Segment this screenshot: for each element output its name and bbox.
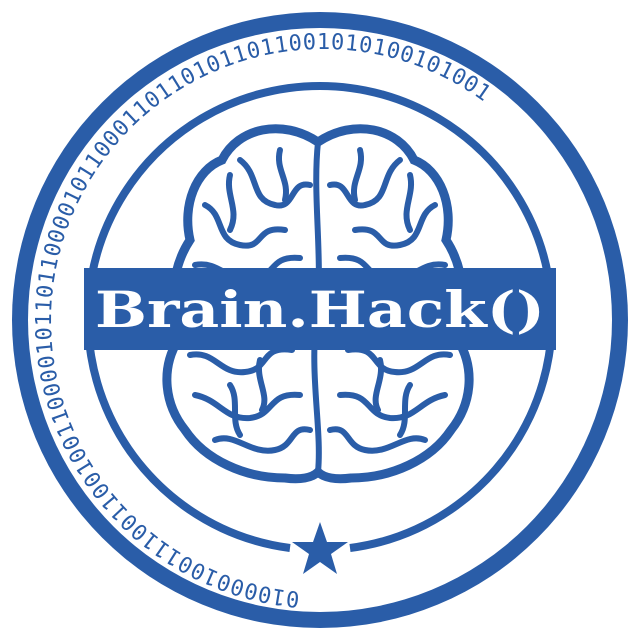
brainhack-logo: 0100001001110011001001100001011011000010… bbox=[0, 0, 640, 640]
logo-title: Brain.Hack() bbox=[95, 280, 545, 339]
title-banner: Brain.Hack() bbox=[84, 268, 556, 350]
